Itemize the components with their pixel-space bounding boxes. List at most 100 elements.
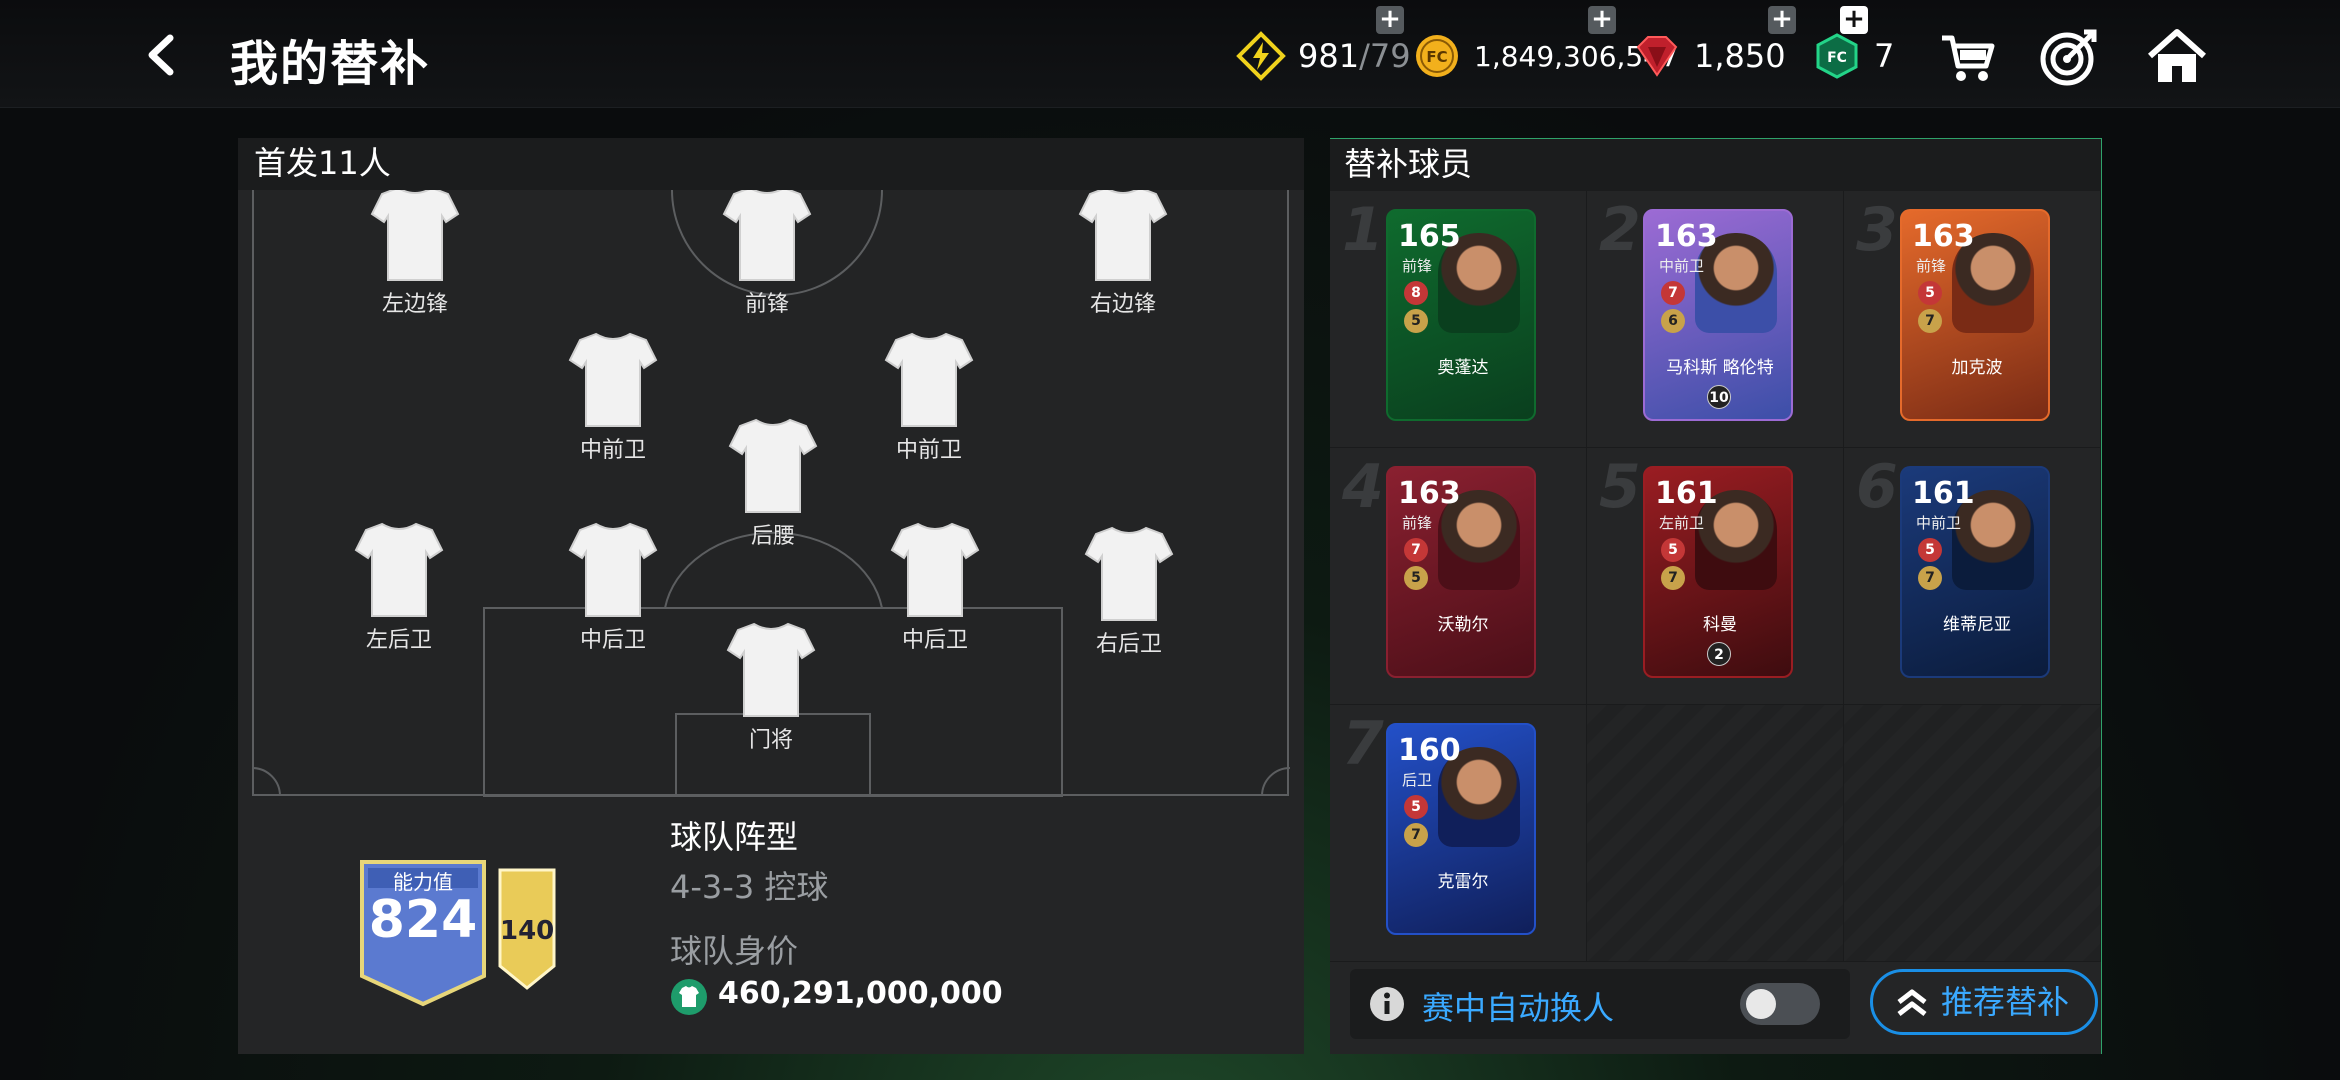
target-icon[interactable] (2038, 26, 2100, 88)
pitch: 左边锋 前锋 右边锋 中前卫 中前卫 后腰 左后卫 中后卫 中后卫 右后卫 门将 (252, 190, 1290, 798)
player-card[interactable]: 163 前锋 5 7 加克波 (1900, 209, 2050, 421)
position-label: 门将 (748, 728, 793, 753)
player-card[interactable]: 163 中前卫 7 6 马科斯 略伦特 10 (1643, 209, 1793, 421)
back-button[interactable] (138, 30, 188, 80)
slot-number: 4 (1342, 452, 1384, 522)
player-card[interactable]: 161 中前卫 5 7 维蒂尼亚 (1900, 466, 2050, 678)
recommend-subs-button[interactable]: 推荐替补 (1870, 969, 2098, 1035)
skill-badge: 8 (1404, 281, 1428, 305)
slot-left-winger[interactable]: 左边锋 (360, 190, 470, 318)
slot-left-cb[interactable]: 中后卫 (558, 520, 668, 654)
gem-value: 1,850 (1694, 37, 1786, 75)
lineup-panel: 首发11人 左边锋 前锋 右边锋 中前卫 中前卫 后腰 左后卫 中后卫 中后卫 … (238, 138, 1304, 1054)
player-position: 中前卫 (1659, 257, 1705, 275)
player-name: 沃勒尔 (1437, 615, 1489, 635)
player-name: 维蒂尼亚 (1943, 615, 2011, 635)
jersey-icon (728, 418, 818, 513)
gem-plus-button[interactable]: + (1768, 6, 1796, 34)
token-counter[interactable]: FC 7 + (1812, 6, 1894, 84)
player-card[interactable]: 163 前锋 7 5 沃勒尔 (1386, 466, 1536, 678)
slot-cdm[interactable]: 后腰 (718, 416, 828, 550)
position-label: 右边锋 (1089, 292, 1156, 317)
slot-goalkeeper[interactable]: 门将 (716, 620, 826, 754)
slot-number: 5 (1599, 452, 1641, 522)
skill-badge: 5 (1404, 795, 1428, 819)
sub-slot: 4 163 前锋 7 5 沃勒尔 (1330, 448, 1587, 705)
chemistry-value: 140 (500, 916, 555, 946)
slot-right-back[interactable]: 右后卫 (1074, 524, 1184, 658)
chevron-left-icon (148, 34, 174, 76)
position-label: 后腰 (750, 524, 795, 549)
page-title: 我的替补 (230, 36, 431, 92)
team-value: 460,291,000,000 (718, 976, 1003, 1011)
player-position: 后卫 (1402, 771, 1433, 789)
jersey-icon (1084, 526, 1174, 621)
level-badge: 10 (1707, 385, 1731, 409)
formation-value: 4-3-3 控球 (670, 868, 829, 906)
auto-sub-row: 赛中自动换人 (1350, 969, 1850, 1039)
slot-number: 6 (1856, 452, 1898, 522)
skill-badge: 5 (1918, 538, 1942, 562)
slot-right-winger[interactable]: 右边锋 (1068, 190, 1178, 318)
position-label: 左后卫 (365, 628, 432, 653)
player-position: 左前卫 (1659, 514, 1705, 532)
player-rating: 161 (1655, 476, 1718, 511)
player-name: 奥蓬达 (1437, 358, 1489, 378)
player-rating: 163 (1398, 476, 1461, 511)
energy-counter[interactable]: 981/79 + (1236, 6, 1411, 84)
sub-slot: 2 163 中前卫 7 6 马科斯 略伦特 10 (1587, 191, 1844, 448)
sub-slot: 6 161 中前卫 5 7 维蒂尼亚 (1844, 448, 2101, 705)
position-label: 右后卫 (1095, 632, 1162, 657)
lineup-header: 首发11人 (238, 138, 1304, 190)
position-label: 左边锋 (381, 292, 448, 317)
gem-icon (1636, 36, 1678, 77)
sub-slot: 3 163 前锋 5 7 加克波 (1844, 191, 2101, 448)
value-jersey-icon (671, 979, 707, 1015)
info-icon[interactable] (1368, 985, 1406, 1023)
slot-striker[interactable]: 前锋 (712, 190, 822, 318)
token-plus-button[interactable]: + (1840, 6, 1868, 34)
player-name: 科曼 (1703, 615, 1737, 635)
auto-sub-toggle[interactable] (1740, 983, 1820, 1025)
gem-counter[interactable]: 1,850 + (1632, 6, 1796, 84)
position-label: 中后卫 (579, 628, 646, 653)
empty-sub-slot (1587, 705, 1844, 962)
ability-value: 824 (368, 890, 478, 950)
jersey-icon (726, 622, 816, 717)
slot-left-back[interactable]: 左后卫 (344, 520, 454, 654)
slot-right-cb[interactable]: 中后卫 (880, 520, 990, 654)
energy-value: 981 (1298, 37, 1360, 75)
slot-right-cm[interactable]: 中前卫 (874, 330, 984, 464)
position-label: 中前卫 (895, 438, 962, 463)
home-icon[interactable] (2146, 26, 2208, 88)
player-rating: 165 (1398, 219, 1461, 254)
skill-badge: 5 (1661, 538, 1685, 562)
level-badge: 2 (1707, 642, 1731, 666)
slot-number: 2 (1599, 195, 1641, 265)
weak-foot-badge: 7 (1918, 309, 1942, 333)
slot-left-cm[interactable]: 中前卫 (558, 330, 668, 464)
token-icon: FC (1816, 33, 1858, 79)
sub-slot: 1 165 前锋 8 5 奥蓬达 (1330, 191, 1587, 448)
energy-max: /79 (1359, 37, 1411, 75)
player-card[interactable]: 165 前锋 8 5 奥蓬达 (1386, 209, 1536, 421)
player-rating: 163 (1655, 219, 1718, 254)
weak-foot-badge: 7 (1404, 823, 1428, 847)
subs-bottom-bar: 赛中自动换人 推荐替补 (1350, 969, 2098, 1039)
toggle-knob (1746, 989, 1776, 1019)
energy-plus-button[interactable]: + (1376, 6, 1404, 34)
coin-icon: FC (1416, 35, 1458, 77)
cart-icon[interactable] (1936, 26, 1998, 88)
jersey-icon (722, 190, 812, 281)
empty-sub-slot (1844, 705, 2101, 962)
position-label: 前锋 (744, 292, 789, 317)
subs-header: 替补球员 (1330, 139, 2101, 191)
team-value-label: 球队身价 (670, 932, 799, 970)
player-position: 前锋 (1402, 257, 1433, 275)
player-card[interactable]: 161 左前卫 5 7 科曼 2 (1643, 466, 1793, 678)
jersey-icon (354, 522, 444, 617)
player-card[interactable]: 160 后卫 5 7 克雷尔 (1386, 723, 1536, 935)
sub-slot: 7 160 后卫 5 7 克雷尔 (1330, 705, 1587, 962)
player-rating: 160 (1398, 733, 1461, 768)
coin-plus-button[interactable]: + (1588, 6, 1616, 34)
